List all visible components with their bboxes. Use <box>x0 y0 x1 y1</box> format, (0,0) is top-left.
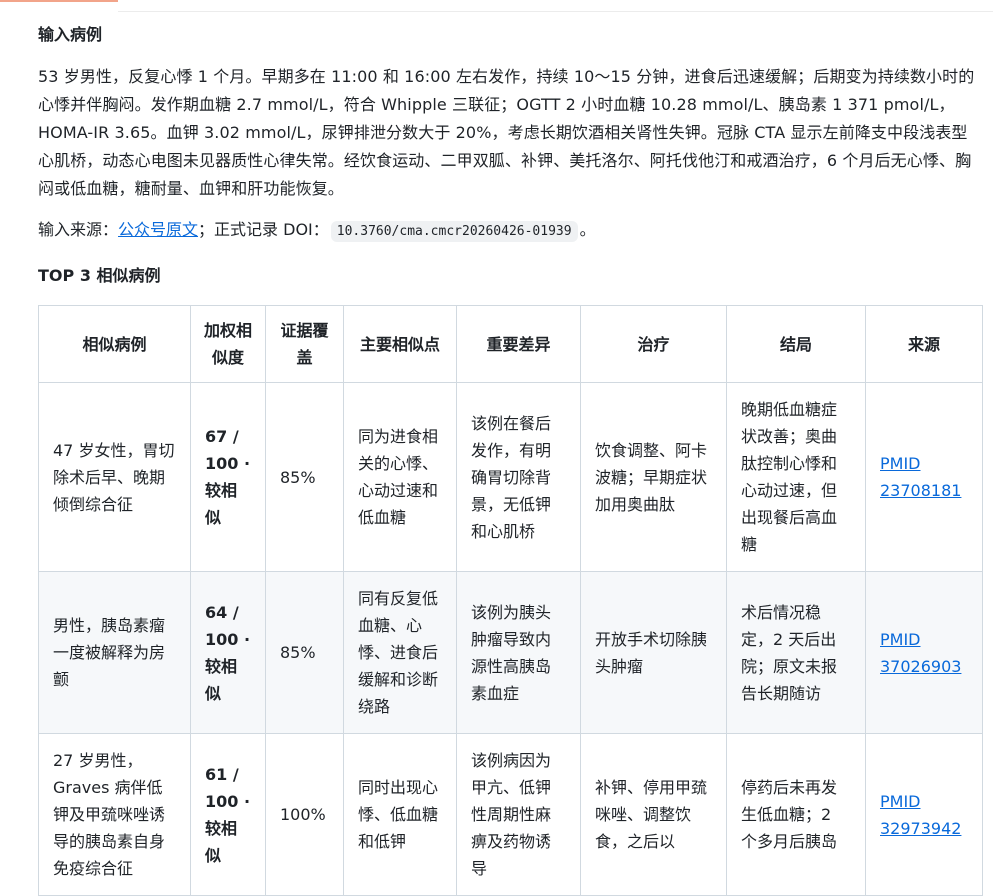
cell-score: 67 / 100 · 较相似 <box>190 382 266 572</box>
cell-source: PMID 37026903 <box>865 571 983 734</box>
cell-outcome: 晚期低血糖症状改善；奥曲肽控制心悸和心动过速，但出现餐后高血糖 <box>726 382 866 572</box>
header-difference: 重要差异 <box>456 305 581 383</box>
top-accent-bar <box>0 0 118 2</box>
cell-case: 男性，胰岛素瘤一度被解释为房颤 <box>38 571 191 734</box>
cell-case: 47 岁女性，胃切除术后早、晚期倾倒综合征 <box>38 382 191 572</box>
cell-difference: 该例为胰头肿瘤导致内源性高胰岛素血症 <box>456 571 581 734</box>
cell-coverage: 100% <box>265 733 344 896</box>
pmid-link[interactable]: PMID 32973942 <box>880 792 961 838</box>
top3-title: TOP 3 相似病例 <box>38 266 161 285</box>
table-row: 男性，胰岛素瘤一度被解释为房颤 64 / 100 · 较相似 85% 同有反复低… <box>38 571 983 734</box>
doi-code: 10.3760/cma.cmcr20260426-01939 <box>330 221 578 242</box>
cell-similarity: 同为进食相关的心悸、心动过速和低血糖 <box>343 382 457 572</box>
cell-case: 27 岁男性，Graves 病伴低钾及甲巯咪唑诱导的胰岛素自身免疫综合征 <box>38 733 191 896</box>
table-header-row: 相似病例 加权相似度 证据覆盖 主要相似点 重要差异 治疗 结局 来源 <box>38 305 983 383</box>
cell-coverage: 85% <box>265 382 344 572</box>
pmid-link[interactable]: PMID 23708181 <box>880 454 961 500</box>
cell-source: PMID 23708181 <box>865 382 983 572</box>
header-source: 来源 <box>865 305 983 383</box>
section-title: 输入病例 <box>38 25 103 44</box>
cell-score: 61 / 100 · 较相似 <box>190 733 266 896</box>
cell-similarity: 同时出现心悸、低血糖和低钾 <box>343 733 457 896</box>
similar-cases-table: 相似病例 加权相似度 证据覆盖 主要相似点 重要差异 治疗 结局 来源 47 岁… <box>38 305 983 896</box>
cell-source: PMID 32973942 <box>865 733 983 896</box>
pmid-link[interactable]: PMID 37026903 <box>880 630 961 676</box>
cell-treatment: 开放手术切除胰头肿瘤 <box>580 571 727 734</box>
header-similarity: 主要相似点 <box>343 305 457 383</box>
cell-treatment: 饮食调整、阿卡波糖；早期症状加用奥曲肽 <box>580 382 727 572</box>
table-row: 47 岁女性，胃切除术后早、晚期倾倒综合征 67 / 100 · 较相似 85%… <box>38 382 983 572</box>
cell-difference: 该例病因为甲亢、低钾性周期性麻痹及药物诱导 <box>456 733 581 896</box>
source-suffix: 。 <box>579 220 596 239</box>
header-outcome: 结局 <box>726 305 866 383</box>
source-middle: ；正式记录 DOI： <box>198 220 329 239</box>
header-coverage: 证据覆盖 <box>265 305 344 383</box>
main-content: 输入病例 53 岁男性，反复心悸 1 个月。早期多在 11:00 和 16:00… <box>38 22 983 896</box>
header-treatment: 治疗 <box>580 305 727 383</box>
cell-difference: 该例在餐后发作，有明确胃切除背景，无低钾和心肌桥 <box>456 382 581 572</box>
table-row: 27 岁男性，Graves 病伴低钾及甲巯咪唑诱导的胰岛素自身免疫综合征 61 … <box>38 733 983 896</box>
source-line: 输入来源：公众号原文；正式记录 DOI： 10.3760/cma.cmcr2026… <box>38 216 982 246</box>
cell-coverage: 85% <box>265 571 344 734</box>
header-score: 加权相似度 <box>190 305 266 383</box>
cell-outcome: 术后情况稳定，2 天后出院；原文未报告长期随访 <box>726 571 866 734</box>
source-link[interactable]: 公众号原文 <box>118 220 198 239</box>
source-prefix: 输入来源： <box>38 220 119 239</box>
cell-similarity: 同有反复低血糖、心悸、进食后缓解和诊断绕路 <box>343 571 457 734</box>
top-divider <box>118 11 993 12</box>
cell-outcome: 停药后未再发生低血糖；2 个多月后胰岛 <box>726 733 866 896</box>
header-case: 相似病例 <box>38 305 191 383</box>
cell-score: 64 / 100 · 较相似 <box>190 571 266 734</box>
case-description: 53 岁男性，反复心悸 1 个月。早期多在 11:00 和 16:00 左右发作… <box>38 67 975 198</box>
cell-treatment: 补钾、停用甲巯咪唑、调整饮食，之后以 <box>580 733 727 896</box>
